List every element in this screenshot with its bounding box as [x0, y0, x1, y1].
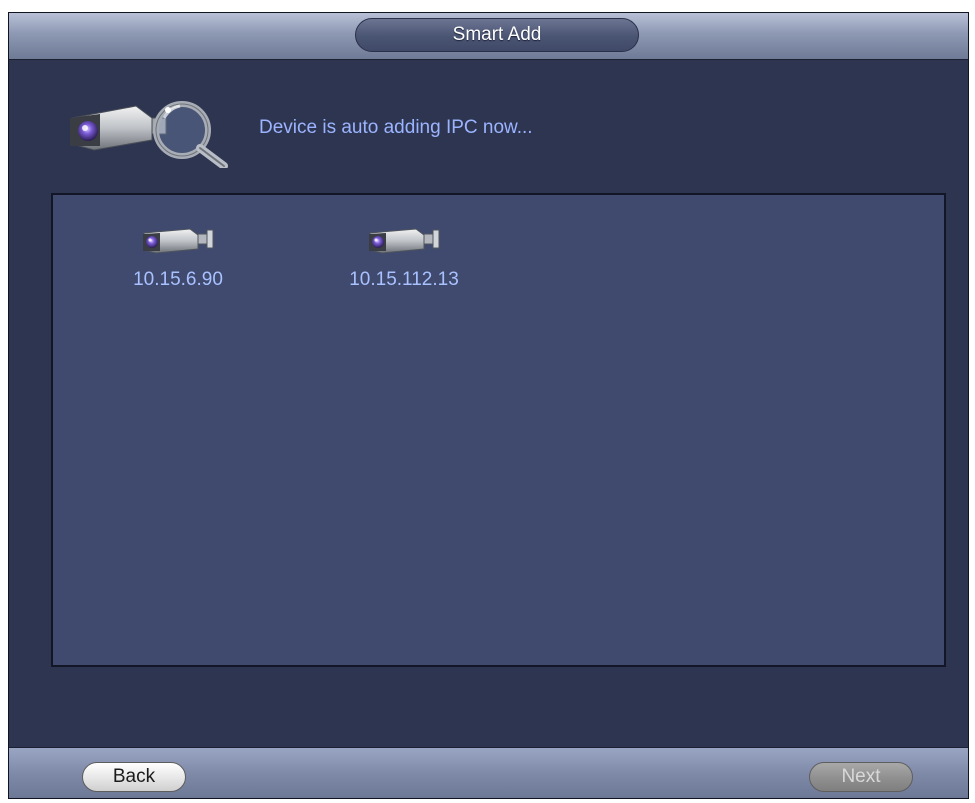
status-message: Device is auto adding IPC now...	[259, 117, 533, 138]
next-button[interactable]: Next	[809, 762, 913, 792]
camera-icon	[369, 228, 440, 254]
back-button[interactable]: Back	[82, 762, 186, 792]
footer-bar: Back Next	[9, 747, 968, 798]
dialog-title: Smart Add	[355, 18, 639, 52]
device-item[interactable]: 10.15.6.90	[93, 223, 263, 291]
smart-add-dialog: Smart Add Device is auto adding IPC now.	[8, 12, 969, 799]
device-item[interactable]: 10.15.112.13	[319, 223, 489, 291]
camera-search-icon	[70, 101, 228, 168]
camera-icon	[143, 228, 214, 254]
title-bar: Smart Add	[9, 13, 968, 60]
device-ip-label: 10.15.6.90	[133, 269, 223, 290]
device-ip-label: 10.15.112.13	[349, 269, 459, 290]
device-list: 10.15.6.90 10.15.112.13	[51, 193, 946, 667]
